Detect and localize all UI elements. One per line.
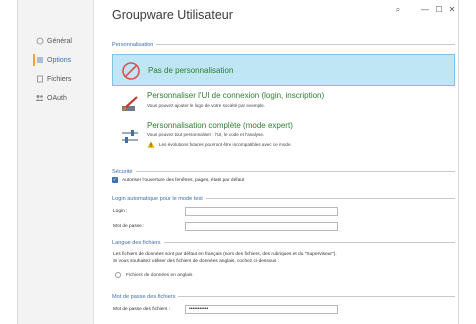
sidebar-item-label: Fichiers [47,75,72,83]
minimize-button[interactable]: — [419,4,431,16]
section-divider [163,242,455,243]
section-divider [135,171,455,172]
file-password-field[interactable]: ••••••••••• [185,305,338,314]
section-login-auto: Login automatique pour le mode test [112,194,455,203]
login-field[interactable] [185,207,338,216]
english-files-option[interactable]: Fichiers de données en anglais [115,272,192,278]
maximize-button[interactable]: ☐ [433,4,445,16]
checkbox-label: Autoriser l'ouverture des fenêtres, page… [122,177,245,183]
section-label: Langue des fichiers [112,239,161,246]
list-icon [35,56,44,65]
allow-windows-checkbox-row[interactable]: ✓ Autoriser l'ouverture des fenêtres, pa… [112,177,244,183]
window-right-border [458,0,459,324]
section-label: Mot de passe des fichiers [112,293,176,300]
option-no-customization[interactable]: Pas de personnalisation [112,54,455,86]
sidebar-item-oauth[interactable]: OAuth [18,90,94,106]
section-divider [178,296,455,297]
paintbrush-icon [122,96,138,111]
langue-description: Les fichiers de données sont par défaut … [113,252,337,257]
users-icon [35,94,44,103]
password-field[interactable] [185,222,338,231]
warning-text: Les évolutions futures pourront être inc… [159,142,292,147]
option-full-customization[interactable]: Personnalisation complète (mode expert) … [112,120,455,156]
sidebar-item-label: Options [47,56,72,64]
file-icon [35,75,44,84]
sidebar-item-label: Général [47,37,72,45]
option-description: Vous pouvez tout personnaliser : l'UI, l… [147,132,265,137]
section-label: Sécurité [112,168,133,175]
allow-windows-checkbox[interactable]: ✓ [112,177,118,183]
sliders-icon [122,130,138,143]
section-label: Login automatique pour le mode test [112,195,203,202]
sidebar: Général Options Fichiers OAuth [18,0,94,324]
search-icon[interactable]: ⌕ [392,4,404,16]
check-icon: ✓ [112,176,118,183]
prohibited-icon [122,62,140,80]
sidebar-item-label: OAuth [47,94,67,102]
section-personnalisation: Personnalisation [112,40,455,49]
section-securite: Sécurité [112,167,455,176]
app-window: Général Options Fichiers OAuth ⌕ — ☐ ✕ G… [0,0,476,324]
langue-instruction: Si vous souhaitez utiliser des fichiers … [113,259,280,264]
password-label: Mot de passe : [113,224,145,229]
close-button[interactable]: ✕ [446,4,458,16]
section-label: Personnalisation [112,41,154,48]
sidebar-item-general[interactable]: Général [18,33,94,49]
file-password-label: Mot de passe des fichiers : [113,307,171,312]
option-title: Pas de personnalisation [148,66,234,75]
option-warning: Les évolutions futures pourront être inc… [147,141,292,148]
option-description: Vous pouvez ajouter le logo de votre soc… [147,103,265,108]
option-title: Personnalisation complète (mode expert) [147,121,293,130]
section-divider [205,198,455,199]
page-title: Groupware Utilisateur [112,8,233,22]
radio-label: Fichiers de données en anglais [126,272,193,278]
section-divider [156,44,455,45]
warning-icon [147,141,155,148]
english-files-radio[interactable] [115,272,121,278]
sidebar-item-fichiers[interactable]: Fichiers [18,71,94,87]
circle-icon [35,37,44,46]
section-mdp-fichiers: Mot de passe des fichiers [112,292,455,301]
login-label: Login : [113,209,128,214]
option-customize-login-ui[interactable]: Personnaliser l'UI de connexion (login, … [112,88,455,120]
section-langue: Langue des fichiers [112,238,455,247]
sidebar-item-options[interactable]: Options [18,52,94,68]
option-title: Personnaliser l'UI de connexion (login, … [147,91,325,100]
